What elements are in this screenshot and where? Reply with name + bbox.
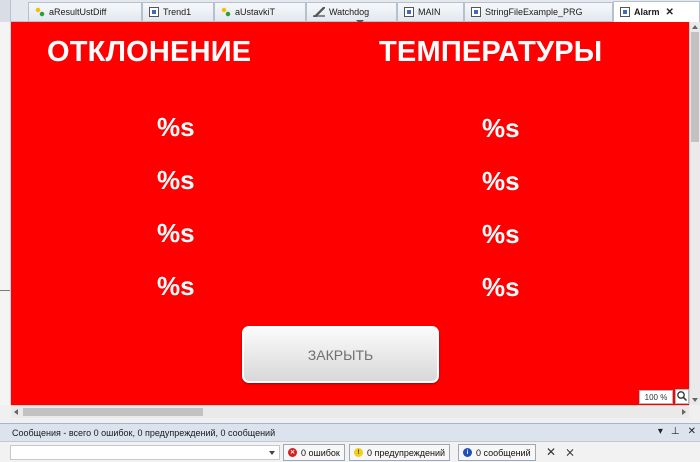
zoom-icon[interactable] [675, 389, 689, 404]
global-vars-icon [221, 7, 231, 17]
deviation-value-3: %s [157, 218, 195, 248]
horizontal-scroll-thumb[interactable] [23, 408, 203, 416]
gutter-marker [0, 290, 10, 291]
errors-filter-button[interactable]: ✕ 0 ошибок [283, 444, 345, 461]
document-icon [620, 7, 630, 17]
messages-toolbar: ✕ 0 ошибок ! 0 предупреждений i 0 сообще… [0, 441, 700, 462]
scroll-right-icon[interactable] [682, 409, 686, 415]
info-icon: i [463, 448, 472, 457]
scroll-left-icon[interactable] [14, 409, 18, 415]
tab-austavkit[interactable]: aUstavkiT [214, 2, 306, 21]
error-icon: ✕ [288, 448, 297, 457]
clear-messages-icon[interactable]: ✕ [546, 445, 556, 459]
tab-label: Alarm [634, 7, 660, 17]
chevron-down-icon [269, 451, 275, 455]
vertical-scrollbar[interactable] [689, 22, 700, 405]
tab-watchdog[interactable]: Watchdog [306, 2, 397, 21]
document-icon [404, 7, 414, 17]
tab-label: StringFileExample_PRG [485, 7, 583, 17]
warnings-filter-button[interactable]: ! 0 предупреждений [349, 444, 451, 461]
message-source-select[interactable] [10, 445, 280, 460]
panel-menu-icon[interactable]: ▾ [658, 426, 663, 437]
errors-count: 0 ошибок [301, 447, 340, 458]
messages-count: 0 сообщений [476, 447, 531, 458]
vertical-scroll-thumb[interactable] [691, 32, 699, 142]
deviation-value-2: %s [157, 165, 195, 195]
messages-summary: Сообщения - всего 0 ошибок, 0 предупрежд… [12, 427, 276, 438]
tab-alarm[interactable]: Alarm ✕ [613, 1, 700, 22]
zoom-level[interactable]: 100 % [639, 390, 673, 404]
tab-label: MAIN [418, 7, 441, 17]
editor-tab-strip: aResultUstDiff Trend1 aUstavkiT Watchdog… [0, 0, 700, 24]
tab-aresultustdiff[interactable]: aResultUstDiff [28, 2, 142, 21]
messages-panel-header: Сообщения - всего 0 ошибок, 0 предупрежд… [0, 423, 700, 441]
messages-filter-button[interactable]: i 0 сообщений [458, 444, 536, 461]
heading-temperatures: ТЕМПЕРАТУРЫ [379, 36, 603, 68]
document-icon [149, 7, 159, 17]
close-panel-icon[interactable]: ✕ [688, 426, 696, 437]
heading-deviation: ОТКЛОНЕНИЕ [47, 36, 252, 68]
warnings-count: 0 предупреждений [367, 447, 446, 458]
watchdog-icon [313, 7, 325, 17]
deviation-value-4: %s [157, 271, 195, 301]
document-icon [471, 7, 481, 17]
temperature-value-1: %s [482, 113, 520, 143]
warning-icon: ! [354, 448, 363, 457]
tab-strip-left-edge [0, 0, 11, 22]
left-gutter [0, 22, 11, 405]
tab-stringfileexample-prg[interactable]: StringFileExample_PRG [464, 2, 613, 21]
close-button[interactable]: ЗАКРЫТЬ [242, 326, 439, 383]
tab-label: Watchdog [329, 7, 370, 17]
deviation-value-1: %s [157, 112, 195, 142]
clear-filter-icon[interactable]: ⨯ [565, 445, 575, 459]
tab-label: aResultUstDiff [49, 7, 107, 17]
scroll-down-icon[interactable] [692, 398, 698, 402]
temperature-value-4: %s [482, 272, 520, 302]
ide-window: aResultUstDiff Trend1 aUstavkiT Watchdog… [0, 0, 700, 462]
horizontal-scrollbar[interactable] [11, 405, 689, 418]
tab-label: Trend1 [163, 7, 192, 17]
pin-icon[interactable]: ⊥ [671, 426, 680, 437]
temperature-value-2: %s [482, 166, 520, 196]
temperature-value-3: %s [482, 219, 520, 249]
tab-trend1[interactable]: Trend1 [142, 2, 214, 21]
global-vars-icon [35, 7, 45, 17]
visualization-canvas: ОТКЛОНЕНИЕ ТЕМПЕРАТУРЫ %s %s %s %s %s %s… [11, 22, 689, 405]
close-icon[interactable]: ✕ [666, 7, 674, 18]
tab-main[interactable]: MAIN [397, 2, 464, 21]
tab-label: aUstavkiT [235, 7, 276, 17]
scroll-up-icon[interactable] [692, 25, 698, 29]
